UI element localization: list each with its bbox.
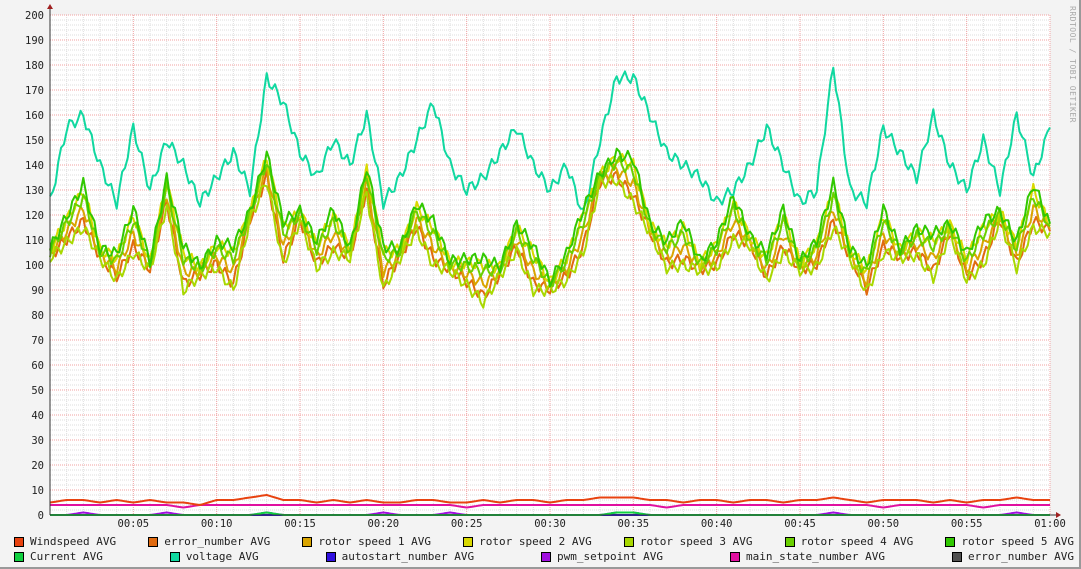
y-tick-label: 40 [31, 410, 44, 422]
legend: Windspeed AVG error_number AVG rotor speed… [14, 534, 1074, 564]
y-tick-label: 0 [38, 510, 44, 522]
legend-swatch [325, 551, 336, 562]
x-tick-label: 01:00 [1034, 518, 1066, 530]
legend-swatch [729, 551, 740, 562]
x-tick-label: 00:15 [284, 518, 316, 530]
y-tick-label: 80 [31, 310, 44, 322]
rrd-graph: 0 10 20 30 40 50 60 70 80 90 100 110 120 130 140 150 160… [0, 0, 1081, 569]
y-tick-label: 160 [25, 110, 44, 122]
legend-item: rotor speed 4 AVG [784, 534, 914, 549]
y-tick-label: 130 [25, 185, 44, 197]
legend-label: error_number AVG [164, 535, 271, 548]
y-tick-label: 30 [31, 435, 44, 447]
legend-item: rotor speed 1 AVG [302, 534, 431, 549]
legend-swatch [951, 551, 962, 562]
legend-label: voltage AVG [185, 550, 259, 563]
y-tick-label: 190 [25, 35, 44, 47]
y-tick-label: 200 [25, 10, 44, 22]
legend-item: Windspeed AVG [14, 534, 116, 549]
legend-label: autostart_number AVG [341, 550, 475, 563]
legend-item: rotor speed 5 AVG [945, 534, 1074, 549]
legend-label: Windspeed AVG [30, 535, 117, 548]
x-tick-label: 00:05 [118, 518, 150, 530]
legend-label: Current AVG [30, 550, 103, 563]
legend-label: rotor speed 4 AVG [800, 535, 914, 548]
y-tick-label: 90 [31, 285, 44, 297]
legend-label: main_state_number AVG [745, 550, 886, 563]
legend-item: main_state_number AVG [729, 549, 886, 564]
y-tick-label: 100 [25, 260, 44, 272]
legend-label: error_number AVG [967, 550, 1074, 563]
x-tick-label: 00:20 [368, 518, 400, 530]
legend-label: rotor speed 5 AVG [961, 535, 1074, 548]
y-tick-label: 120 [25, 210, 44, 222]
y-tick-label: 180 [25, 60, 44, 72]
legend-swatch [14, 551, 24, 562]
y-tick-label: 140 [25, 160, 44, 172]
x-tick-label: 00:50 [868, 518, 900, 530]
legend-item: pwm_setpoint AVG [541, 549, 663, 564]
x-tick-label: 00:25 [451, 518, 483, 530]
x-tick-label: 00:30 [534, 518, 566, 530]
legend-label: rotor speed 2 AVG [479, 535, 592, 548]
legend-label: pwm_setpoint AVG [557, 550, 663, 563]
legend-swatch [14, 536, 24, 547]
legend-label: rotor speed 1 AVG [318, 535, 431, 548]
chart-canvas: 0 10 20 30 40 50 60 70 80 90 100 110 120 130 140 150 160… [25, 4, 1066, 530]
y-tick-label: 150 [25, 135, 44, 147]
watermark: RRDTOOL / TOBI OETIKER [1068, 6, 1077, 123]
x-tick-label: 00:45 [784, 518, 816, 530]
legend-item: Current AVG [14, 549, 103, 564]
x-tick-label: 00:35 [618, 518, 650, 530]
legend-item: autostart_number AVG [325, 549, 475, 564]
y-tick-label: 70 [31, 335, 44, 347]
y-tick-label: 110 [25, 235, 44, 247]
legend-item: error_number AVG [148, 534, 270, 549]
legend-item: rotor speed 3 AVG [623, 534, 753, 549]
legend-swatch [541, 551, 552, 562]
y-tick-label: 20 [31, 460, 44, 472]
legend-item: error_number AVG [951, 549, 1074, 564]
legend-swatch [784, 536, 795, 547]
legend-item: voltage AVG [169, 549, 259, 564]
y-tick-label: 170 [25, 85, 44, 97]
legend-label: rotor speed 3 AVG [639, 535, 753, 548]
y-tick-label: 60 [31, 360, 44, 372]
y-tick-label: 50 [31, 385, 44, 397]
x-tick-label: 00:40 [701, 518, 733, 530]
legend-swatch [148, 536, 159, 547]
legend-swatch [302, 536, 313, 547]
x-tick-label: 00:10 [201, 518, 233, 530]
legend-swatch [945, 536, 956, 547]
legend-item: rotor speed 2 AVG [463, 534, 592, 549]
legend-swatch [463, 536, 474, 547]
legend-swatch [169, 551, 180, 562]
legend-swatch [623, 536, 634, 547]
x-tick-label: 00:55 [951, 518, 983, 530]
y-axis-arrow-icon [47, 4, 53, 9]
y-tick-label: 10 [31, 485, 44, 497]
